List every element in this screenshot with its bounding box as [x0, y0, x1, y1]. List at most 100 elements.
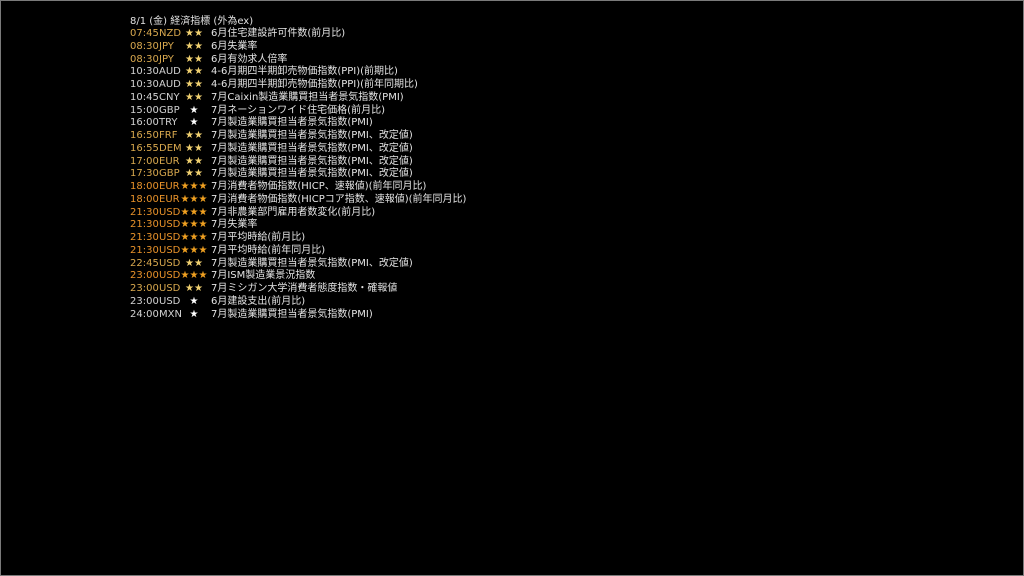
event-description: 7月消費者物価指数(HICP、速報値)(前年同月比)	[211, 181, 427, 192]
event-description: 7月製造業購買担当者景気指数(PMI、改定値)	[211, 130, 413, 141]
event-time: 23:00	[130, 283, 159, 294]
event-time: 17:30	[130, 168, 159, 180]
event-currency: USD	[159, 257, 181, 269]
event-description: 7月消費者物価指数(HICPコア指数、速報値)(前年同月比)	[211, 193, 467, 205]
economic-calendar: 8/1 (金) 経済指標 (外為ex) 07:45 NZD ★★ 6月住宅建設許可件数…	[130, 15, 466, 321]
event-time: 16:50	[130, 130, 159, 141]
event-currency: JPY	[159, 53, 174, 65]
event-time: 22:45	[130, 257, 159, 269]
event-currency: NZD	[159, 28, 182, 39]
event-time: 10:30	[130, 66, 159, 78]
importance-stars-icon: ★★★	[180, 244, 208, 256]
event-row: 23:00 USD ★★★ 7月ISM製造業景況指数	[130, 270, 315, 283]
importance-stars-icon: ★★	[185, 79, 203, 90]
event-time: 08:30	[130, 40, 159, 52]
importance-stars-icon: ★★	[185, 91, 203, 103]
event-row: 23:00 USD ★★ 7月ミシガン大学消費者態度指数・確報値	[130, 283, 397, 296]
importance-stars-icon: ★★	[185, 155, 203, 167]
event-row: 16:00 TRY ★ 7月製造業購買担当者景気指数(PMI)	[130, 117, 373, 130]
event-list: 07:45 NZD ★★ 6月住宅建設許可件数(前月比) 08:30 JPY ★★ 6月失業率…	[130, 28, 466, 321]
event-currency: USD	[159, 283, 181, 294]
importance-stars-icon: ★	[189, 308, 199, 320]
event-currency: USD	[159, 244, 181, 256]
event-row: 10:30 AUD ★★ 4-6月期四半期卸売物価指数(PPI)(前年同期比)	[130, 79, 418, 92]
importance-stars-icon: ★★	[185, 142, 203, 154]
event-row: 23:00 USD ★ 6月建設支出(前月比)	[130, 295, 305, 309]
event-row: 21:30 USD ★★★ 7月失業率	[130, 219, 257, 232]
event-time: 24:00	[130, 308, 159, 320]
event-currency: JPY	[159, 40, 174, 52]
event-description: 7月平均時給(前月比)	[211, 232, 306, 243]
event-description: 7月平均時給(前年同月比)	[211, 244, 326, 256]
event-currency: GBP	[159, 104, 180, 116]
event-row: 08:30 JPY ★★ 6月有効求人倍率	[130, 53, 287, 67]
event-currency: EUR	[159, 181, 180, 192]
event-row: 16:50 FRF ★★ 7月製造業購買担当者景気指数(PMI、改定値)	[130, 130, 413, 143]
importance-stars-icon: ★	[189, 104, 199, 116]
event-time: 16:00	[130, 117, 159, 129]
event-currency: CNY	[159, 91, 180, 103]
importance-stars-icon: ★	[189, 295, 199, 307]
event-time: 21:30	[130, 232, 159, 243]
event-time: 23:00	[130, 295, 159, 307]
event-time: 10:45	[130, 91, 159, 103]
importance-stars-icon: ★★	[185, 130, 203, 141]
event-time: 18:00	[130, 193, 159, 205]
event-currency: GBP	[159, 168, 180, 180]
event-time: 23:00	[130, 270, 159, 282]
importance-stars-icon: ★★	[185, 40, 203, 52]
event-currency: AUD	[159, 79, 181, 90]
event-row: 18:00 EUR ★★★ 7月消費者物価指数(HICPコア指数、速報値)(前年同月比…	[130, 193, 466, 207]
importance-stars-icon: ★★★	[180, 219, 208, 231]
event-description: 7月非農業部門雇用者数変化(前月比)	[211, 206, 376, 218]
event-row: 16:55 DEM ★★ 7月製造業購買担当者景気指数(PMI、改定値)	[130, 142, 413, 156]
importance-stars-icon: ★★★	[180, 181, 208, 192]
display-frame: 8/1 (金) 経済指標 (外為ex) 07:45 NZD ★★ 6月住宅建設許可件数…	[0, 0, 1024, 576]
event-row: 08:30 JPY ★★ 6月失業率	[130, 40, 257, 54]
event-time: 17:00	[130, 155, 159, 167]
calendar-title: 8/1 (金) 経済指標 (外為ex)	[130, 16, 254, 27]
importance-stars-icon: ★★	[185, 53, 203, 65]
event-description: 7月製造業購買担当者景気指数(PMI、改定値)	[211, 155, 413, 167]
event-time: 21:30	[130, 219, 159, 231]
event-row: 21:30 USD ★★★ 7月非農業部門雇用者数変化(前月比)	[130, 206, 375, 220]
event-time: 15:00	[130, 104, 159, 116]
event-description: 6月失業率	[211, 40, 258, 52]
importance-stars-icon: ★★★	[180, 232, 208, 243]
event-time: 10:30	[130, 79, 159, 90]
event-time: 21:30	[130, 206, 159, 218]
importance-stars-icon: ★★	[185, 66, 203, 78]
event-description: 6月建設支出(前月比)	[211, 295, 306, 307]
event-currency: USD	[159, 232, 181, 243]
event-description: 7月Caixin製造業購買担当者景気指数(PMI)	[211, 91, 404, 103]
importance-stars-icon: ★★	[185, 257, 203, 269]
event-currency: USD	[159, 219, 181, 231]
importance-stars-icon: ★★	[185, 168, 203, 180]
event-time: 18:00	[130, 181, 159, 192]
event-row: 07:45 NZD ★★ 6月住宅建設許可件数(前月比)	[130, 28, 345, 41]
event-description: 7月ISM製造業景況指数	[211, 270, 316, 282]
event-row: 17:30 GBP ★★ 7月製造業購買担当者景気指数(PMI、改定値)	[130, 168, 413, 181]
event-time: 16:55	[130, 142, 159, 154]
event-currency: FRF	[159, 130, 178, 141]
event-description: 7月製造業購買担当者景気指数(PMI)	[211, 308, 373, 320]
event-description: 7月製造業購買担当者景気指数(PMI、改定値)	[211, 168, 413, 180]
event-row: 21:30 USD ★★★ 7月平均時給(前月比)	[130, 232, 305, 245]
event-row: 10:30 AUD ★★ 4-6月期四半期卸売物価指数(PPI)(前期比)	[130, 66, 398, 79]
event-currency: USD	[159, 270, 181, 282]
event-currency: MXN	[159, 308, 182, 320]
event-description: 7月製造業購買担当者景気指数(PMI、改定値)	[211, 257, 413, 269]
event-description: 7月ミシガン大学消費者態度指数・確報値	[211, 283, 398, 294]
event-description: 6月有効求人倍率	[211, 53, 288, 65]
event-currency: TRY	[159, 117, 178, 129]
event-row: 21:30 USD ★★★ 7月平均時給(前年同月比)	[130, 244, 325, 258]
event-description: 7月製造業購買担当者景気指数(PMI)	[211, 117, 373, 129]
event-time: 08:30	[130, 53, 159, 65]
event-description: 4-6月期四半期卸売物価指数(PPI)(前年同期比)	[211, 79, 418, 90]
event-currency: DEM	[159, 142, 182, 154]
event-row: 10:45 CNY ★★ 7月Caixin製造業購買担当者景気指数(PMI)	[130, 91, 404, 105]
importance-stars-icon: ★★★	[180, 193, 208, 205]
importance-stars-icon: ★★★	[180, 270, 208, 282]
importance-stars-icon: ★★	[185, 28, 203, 39]
importance-stars-icon: ★★	[185, 283, 203, 294]
